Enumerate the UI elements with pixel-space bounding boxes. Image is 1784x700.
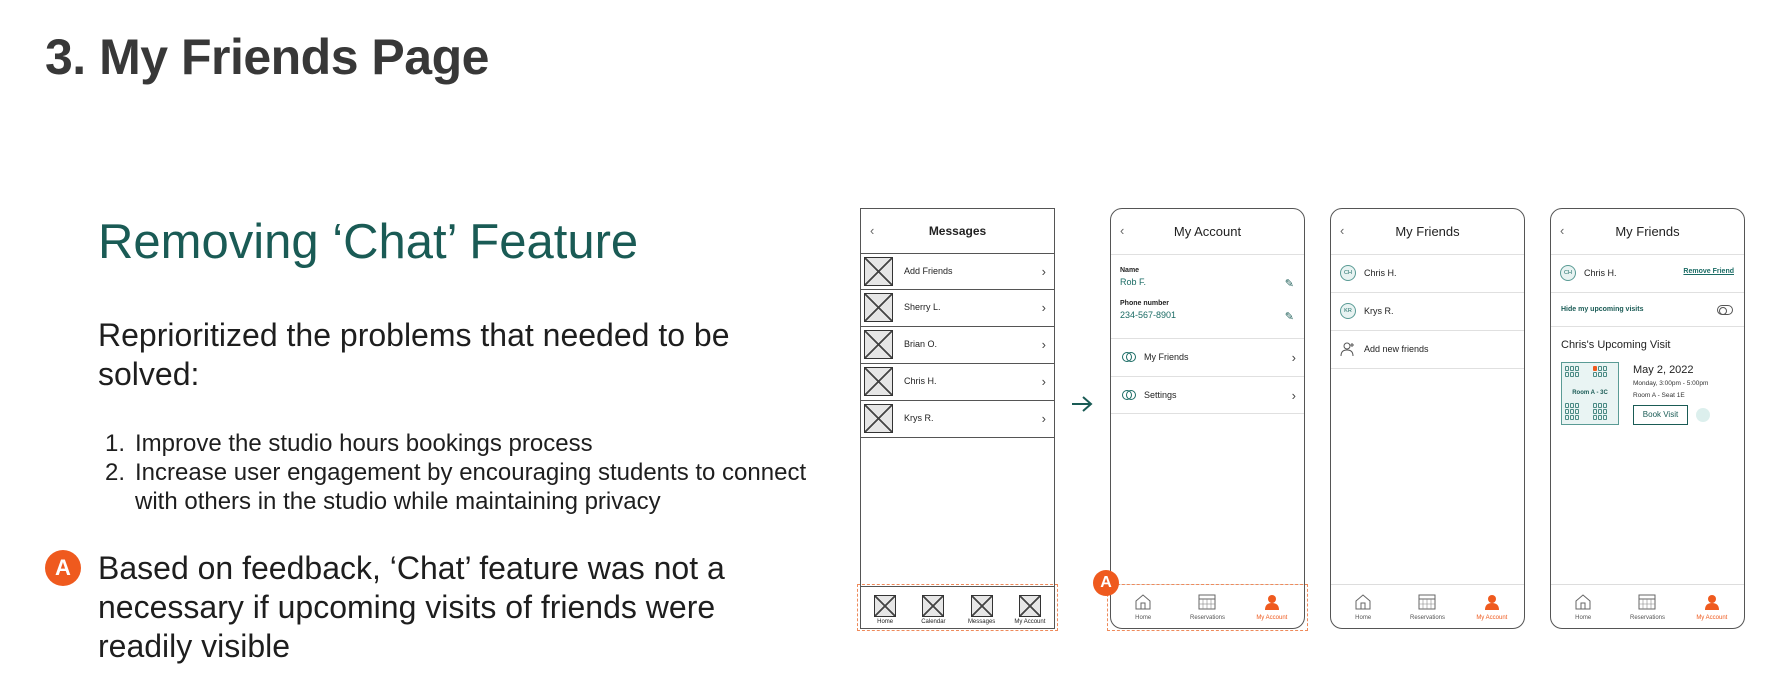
friend-item[interactable]: CH Chris H. — [1331, 255, 1524, 293]
add-user-icon — [1340, 342, 1354, 357]
screen-title: My Friends — [1395, 224, 1460, 239]
account-icon — [1704, 595, 1719, 610]
bottom-nav: Home Reservations My Account — [1551, 584, 1744, 628]
nav-reservations[interactable]: Reservations — [1615, 585, 1679, 628]
chevron-right-icon: › — [1041, 411, 1046, 426]
account-icon — [1484, 595, 1499, 610]
nav-my-account[interactable]: My Account — [1680, 585, 1744, 628]
friend-detail-screen: ‹ My Friends CH Chris H. Remove Friend H… — [1550, 208, 1745, 629]
screen-title: My Account — [1173, 224, 1242, 239]
visit-time: Monday, 3:00pm - 5:00pm — [1633, 380, 1709, 387]
remove-friend-link[interactable]: Remove Friend — [1683, 268, 1734, 275]
image-placeholder-icon — [864, 257, 893, 286]
calendar-icon — [1418, 594, 1436, 610]
visit-heading: Chris's Upcoming Visit — [1561, 339, 1671, 351]
chevron-right-icon: › — [1041, 337, 1046, 352]
arrow-right-icon — [1072, 396, 1093, 412]
nav-home[interactable]: Home — [1551, 585, 1615, 628]
visit-room: Room A - Seat 1E — [1633, 392, 1685, 399]
screen-title: Messages — [928, 224, 987, 238]
image-placeholder-icon — [864, 293, 893, 322]
list-item[interactable]: Brian O. › — [861, 327, 1054, 364]
add-friends-button[interactable]: Add new friends — [1331, 331, 1524, 369]
home-icon — [1355, 594, 1371, 610]
edit-icon[interactable]: ✎ — [1285, 310, 1294, 323]
annotation-badge: A — [1093, 570, 1119, 596]
avatar: KR — [1340, 303, 1356, 319]
image-placeholder-icon — [864, 330, 893, 359]
visit-date: May 2, 2022 — [1633, 364, 1694, 376]
chevron-right-icon: › — [1041, 374, 1046, 389]
annotation-badge: A — [45, 550, 81, 586]
seat-map: Room A - 3C — [1561, 362, 1619, 425]
section-heading: Removing ‘Chat’ Feature — [98, 215, 639, 269]
highlight-box — [1107, 584, 1308, 631]
image-placeholder-icon — [864, 404, 893, 433]
nav-reservations[interactable]: Reservations — [1395, 585, 1459, 628]
nav-my-account[interactable]: My Account — [1460, 585, 1524, 628]
phone-field[interactable]: Phone number 234-567-8901 ✎ — [1111, 300, 1304, 338]
problem-item: 1. Improve the studio hours bookings proc… — [105, 430, 593, 457]
bottom-nav: Home Reservations My Account — [1331, 584, 1524, 628]
highlight-box — [857, 584, 1058, 631]
chevron-right-icon: › — [1291, 350, 1296, 365]
page-title: 3. My Friends Page — [45, 29, 489, 85]
settings-icon — [1122, 390, 1136, 400]
calendar-icon — [1638, 594, 1656, 610]
menu-item-my-friends[interactable]: My Friends › — [1111, 338, 1304, 376]
name-field[interactable]: Name Rob F. ✎ — [1111, 267, 1304, 300]
avatar: CH — [1560, 265, 1576, 281]
chevron-right-icon: › — [1041, 300, 1046, 315]
list-item[interactable]: Sherry L. › — [861, 290, 1054, 327]
problem-list: 1. Improve the studio hours bookings proc… — [98, 429, 818, 516]
hide-visits-row: Hide my upcoming visits — [1551, 293, 1744, 327]
list-item[interactable]: Chris H. › — [861, 364, 1054, 401]
screen-title: My Friends — [1615, 224, 1680, 239]
chevron-right-icon: › — [1291, 388, 1296, 403]
chevron-right-icon: › — [1041, 264, 1046, 279]
problem-item: 2. Increase user engagement by encouragin… — [105, 459, 807, 515]
list-item[interactable]: Krys R. › — [861, 401, 1054, 438]
my-account-screen: ‹ My Account Name Rob F. ✎ Phone number … — [1110, 208, 1305, 629]
nav-home[interactable]: Home — [1331, 585, 1395, 628]
avatar: CH — [1340, 265, 1356, 281]
image-placeholder-icon — [864, 367, 893, 396]
feedback-text: Based on feedback, ‘Chat’ feature was no… — [98, 550, 725, 664]
my-friends-screen: ‹ My Friends CH Chris H. KR Krys R. Add … — [1330, 208, 1525, 629]
book-visit-button[interactable]: Book Visit — [1633, 405, 1688, 425]
home-icon — [1575, 594, 1591, 610]
friends-icon — [1122, 352, 1136, 362]
friend-item: CH Chris H. Remove Friend — [1551, 255, 1744, 293]
wireframe-messages-screen: ‹ Messages Add Friends › Sherry L. › Brian… — [860, 208, 1055, 629]
list-item[interactable]: Add Friends › — [861, 253, 1054, 290]
edit-icon[interactable]: ✎ — [1285, 277, 1294, 290]
friend-item[interactable]: KR Krys R. — [1331, 293, 1524, 331]
intro-text: Reprioritized the problems that needed t… — [98, 317, 730, 392]
menu-item-settings[interactable]: Settings › — [1111, 376, 1304, 414]
map-icon[interactable] — [1696, 408, 1710, 422]
hide-visits-toggle[interactable] — [1717, 305, 1733, 315]
